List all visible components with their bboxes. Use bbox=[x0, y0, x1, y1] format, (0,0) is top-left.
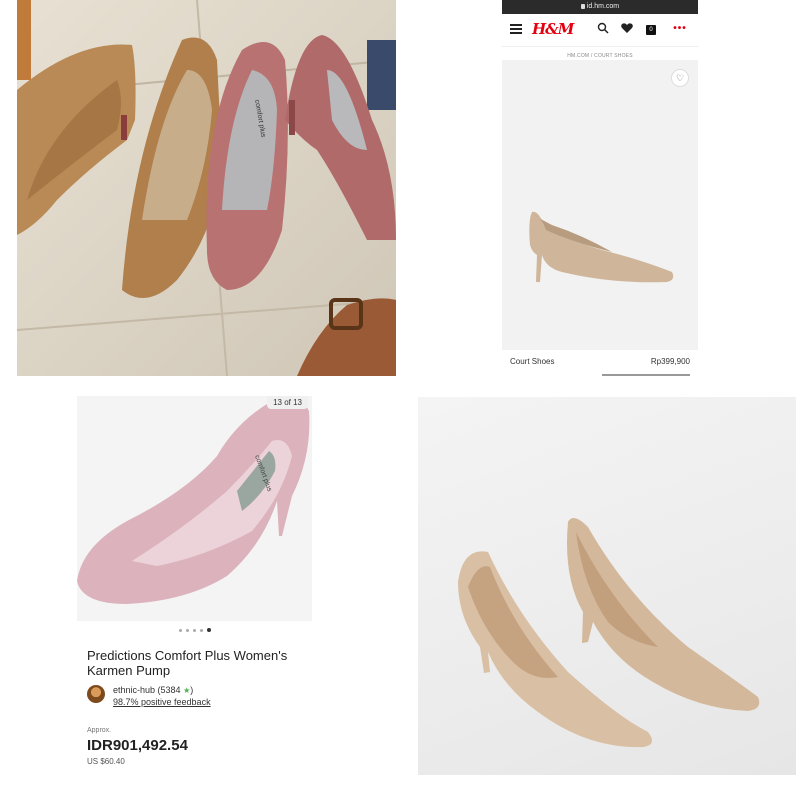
wishlist-heart-icon[interactable]: ♡ bbox=[671, 69, 689, 87]
product-name[interactable]: Court Shoes bbox=[510, 357, 554, 366]
heart-icon[interactable] bbox=[621, 22, 635, 36]
beige-pumps-photo-panel bbox=[418, 397, 796, 775]
carousel-dot[interactable] bbox=[185, 628, 189, 632]
carousel-dot[interactable] bbox=[178, 628, 182, 632]
usd-price: US $60.40 bbox=[87, 757, 125, 766]
browser-url-bar[interactable]: id.hm.com bbox=[502, 0, 698, 14]
listing-image[interactable]: comfort plus 13 of 13 bbox=[77, 396, 312, 621]
lock-icon bbox=[580, 4, 585, 9]
more-options-icon[interactable]: ••• bbox=[669, 22, 691, 36]
seller-count: (5384 bbox=[157, 685, 181, 695]
ebay-listing: comfort plus 13 of 13 Predictions Comfor… bbox=[77, 396, 312, 776]
breadcrumb[interactable]: HM.COM / COURT SHOES bbox=[502, 53, 698, 59]
shopping-bag-icon[interactable]: 0 bbox=[646, 25, 656, 35]
approx-label: Approx. bbox=[87, 727, 112, 734]
seller-info[interactable]: ethnic-hub (5384 ★) bbox=[113, 685, 193, 695]
pair-of-beige-pumps-photo bbox=[458, 518, 760, 748]
url-text: id.hm.com bbox=[586, 3, 620, 10]
seller-count-close: ) bbox=[190, 685, 194, 695]
product-image[interactable]: ♡ bbox=[502, 60, 698, 350]
carousel-dot[interactable] bbox=[192, 628, 196, 632]
shoes-photo-panel: comfort plus bbox=[17, 0, 396, 376]
image-counter: 13 of 13 bbox=[267, 396, 308, 409]
listing-title: Predictions Comfort Plus Women's Karmen … bbox=[87, 648, 288, 678]
pink-pump-image: comfort plus bbox=[77, 397, 310, 604]
beige-court-shoe-image bbox=[529, 211, 674, 283]
product-price: Rp399,900 bbox=[650, 357, 690, 366]
search-icon[interactable] bbox=[597, 22, 611, 36]
seller-avatar[interactable] bbox=[87, 685, 105, 703]
shoes-on-tile-floor-photo: comfort plus bbox=[17, 0, 396, 376]
hm-product-page: id.hm.com H&M 0 ••• HM.COM / COURT SHOES… bbox=[502, 0, 698, 380]
scroll-indicator bbox=[602, 374, 690, 376]
carousel-dot[interactable] bbox=[199, 628, 203, 632]
hm-logo[interactable]: H&M bbox=[532, 20, 574, 38]
menu-icon[interactable] bbox=[510, 24, 522, 34]
carousel-dot-active[interactable] bbox=[206, 628, 211, 632]
carousel-dots[interactable] bbox=[77, 628, 312, 632]
seller-feedback-link[interactable]: 98.7% positive feedback bbox=[113, 697, 211, 707]
listing-price: IDR901,492.54 bbox=[87, 737, 188, 754]
hm-header: H&M 0 ••• bbox=[502, 14, 698, 47]
seller-name[interactable]: ethnic-hub bbox=[113, 685, 155, 695]
